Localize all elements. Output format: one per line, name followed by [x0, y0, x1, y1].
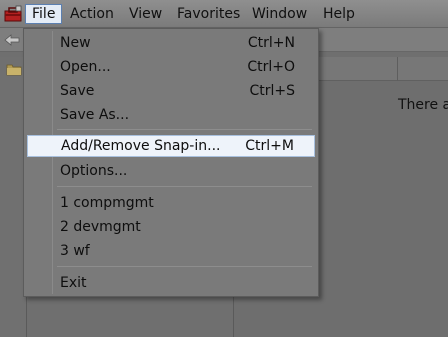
menu-item-save[interactable]: Save Ctrl+S: [27, 80, 315, 102]
menu-item-shortcut: Ctrl+M: [245, 138, 294, 154]
menu-separator: [57, 129, 312, 130]
menu-favorites[interactable]: Favorites: [171, 4, 246, 24]
menu-item-label: Save: [60, 83, 95, 99]
menu-item-exit[interactable]: Exit: [27, 272, 315, 294]
menu-item-add-remove-snap-in[interactable]: Add/Remove Snap-in... Ctrl+M: [27, 135, 315, 157]
menu-item-label: Options...: [60, 163, 128, 179]
menu-view[interactable]: View: [123, 4, 168, 24]
menu-item-label: 1 compmgmt: [60, 195, 154, 211]
menu-item-recent-1[interactable]: 1 compmgmt: [27, 192, 315, 214]
menu-item-label: Exit: [60, 275, 87, 291]
menu-separator: [57, 266, 312, 267]
mmc-toolbox-icon[interactable]: [3, 5, 23, 23]
menu-item-recent-3[interactable]: 3 wf: [27, 240, 315, 262]
menu-item-shortcut: Ctrl+O: [247, 59, 295, 75]
menu-help[interactable]: Help: [317, 4, 361, 24]
menu-item-label: Save As...: [60, 107, 130, 123]
file-menu-dropdown: New Ctrl+N Open... Ctrl+O Save Ctrl+S Sa…: [23, 28, 319, 297]
menu-item-shortcut: Ctrl+S: [249, 83, 295, 99]
menu-item-shortcut: Ctrl+N: [247, 35, 295, 51]
menu-item-label: 2 devmgmt: [60, 219, 141, 235]
menu-separator: [57, 186, 312, 187]
menu-item-label: Add/Remove Snap-in...: [61, 138, 221, 154]
menu-file[interactable]: File: [25, 4, 63, 24]
menu-item-save-as[interactable]: Save As...: [27, 104, 315, 126]
menu-item-label: 3 wf: [60, 243, 90, 259]
menu-item-label: Open...: [60, 59, 111, 75]
menu-item-label: New: [60, 35, 91, 51]
folder-icon[interactable]: [6, 62, 22, 76]
menu-window[interactable]: Window: [246, 4, 313, 24]
menu-action[interactable]: Action: [64, 4, 120, 24]
results-message: There a: [398, 97, 448, 113]
back-arrow-icon[interactable]: [3, 32, 21, 48]
menu-item-open[interactable]: Open... Ctrl+O: [27, 56, 315, 78]
menu-item-options[interactable]: Options...: [27, 160, 315, 182]
menu-item-new[interactable]: New Ctrl+N: [27, 32, 315, 54]
menu-bar: File Action View Favorites Window Help: [0, 0, 448, 28]
menu-item-recent-2[interactable]: 2 devmgmt: [27, 216, 315, 238]
column-divider[interactable]: [397, 57, 398, 81]
